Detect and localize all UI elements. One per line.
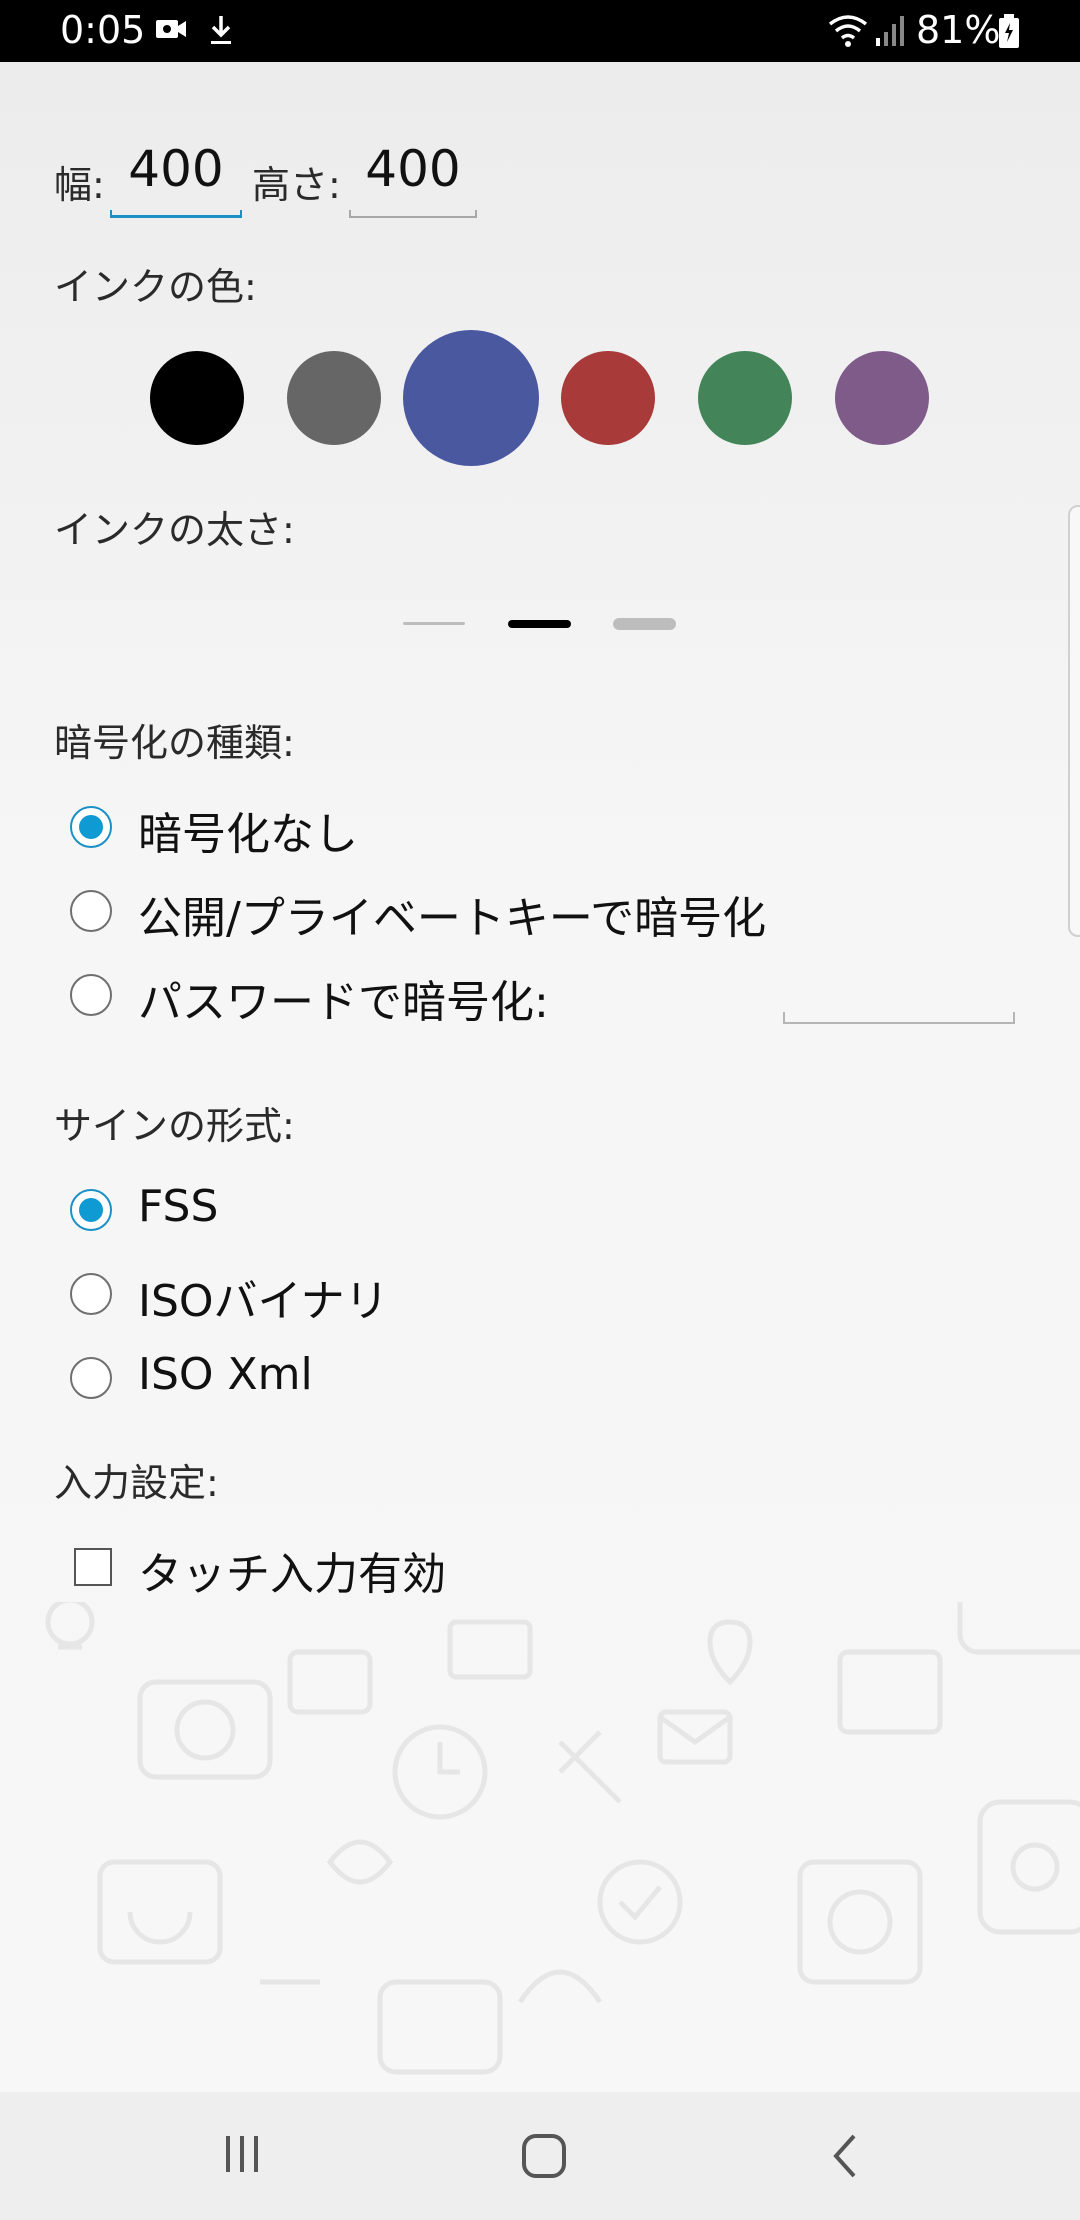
radio-button[interactable] [70,1189,112,1231]
ink-color-swatch[interactable] [150,351,244,445]
encryption-type-label: 暗号化の種類: [54,721,295,765]
password-input[interactable] [783,1012,1015,1024]
width-input[interactable]: 400 [110,140,242,198]
height-label: 高さ: [252,163,341,207]
home-icon[interactable] [520,2132,568,2184]
ink-color-swatch[interactable] [403,330,539,466]
radio-label: 公開/プライベートキーで暗号化 [138,893,767,944]
download-icon [208,14,234,50]
radio-button[interactable] [70,1273,112,1315]
status-bar: 0:05 81% [0,0,1080,62]
video-call-icon [154,14,188,48]
radio-button[interactable] [70,890,112,932]
ink-width-thick[interactable] [613,618,676,630]
radio-button[interactable] [70,806,112,848]
sign-format-option-fss[interactable]: FSS [70,1181,470,1259]
ink-width-label: インクの太さ: [54,508,295,552]
side-panel-handle[interactable] [1068,505,1080,937]
width-label: 幅: [54,163,105,207]
ink-color-swatch[interactable] [835,351,929,445]
back-icon[interactable] [826,2132,866,2184]
encryption-option-password[interactable]: パスワードで暗号化: [70,974,670,1044]
radio-label: FSS [138,1181,219,1232]
background-doodle-pattern [45,1602,1080,2075]
width-input-underline [110,210,242,218]
height-input[interactable]: 400 [349,140,477,198]
navigation-bar [0,2092,1080,2220]
touch-input-toggle[interactable]: タッチ入力有効 [70,1546,570,1616]
ink-width-thin[interactable] [403,622,465,625]
height-input-underline [349,210,477,218]
settings-panel: 幅: 400 高さ: 400 インクの色: インクの太さ: 暗号化の種類: 暗号… [0,62,1080,2092]
radio-label: 暗号化なし [138,809,358,860]
encryption-option-none[interactable]: 暗号化なし [70,806,670,876]
radio-label: パスワードで暗号化: [138,977,549,1028]
sign-format-option-iso-xml[interactable]: ISO Xml [70,1349,470,1427]
radio-button[interactable] [70,974,112,1016]
wifi-icon [826,14,870,52]
encryption-option-keypair[interactable]: 公開/プライベートキーで暗号化 [70,890,870,960]
radio-button[interactable] [70,1357,112,1399]
ink-color-swatch[interactable] [561,351,655,445]
sign-format-label: サインの形式: [54,1104,295,1148]
ink-width-medium[interactable] [508,620,571,628]
signal-icon [874,14,904,52]
status-time: 0:05 [60,8,146,52]
ink-color-swatch[interactable] [698,351,792,445]
recent-apps-icon[interactable] [220,2132,264,2180]
checkbox-label: タッチ入力有効 [138,1549,446,1600]
input-settings-label: 入力設定: [54,1461,219,1505]
radio-label: ISO Xml [138,1349,313,1400]
battery-icon [998,14,1020,52]
ink-color-label: インクの色: [54,265,257,309]
checkbox[interactable] [74,1548,112,1586]
radio-label: ISOバイナリ [138,1276,389,1327]
sign-format-option-iso-binary[interactable]: ISOバイナリ [70,1273,470,1343]
battery-level: 81% [916,8,1001,52]
ink-color-swatch[interactable] [287,351,381,445]
